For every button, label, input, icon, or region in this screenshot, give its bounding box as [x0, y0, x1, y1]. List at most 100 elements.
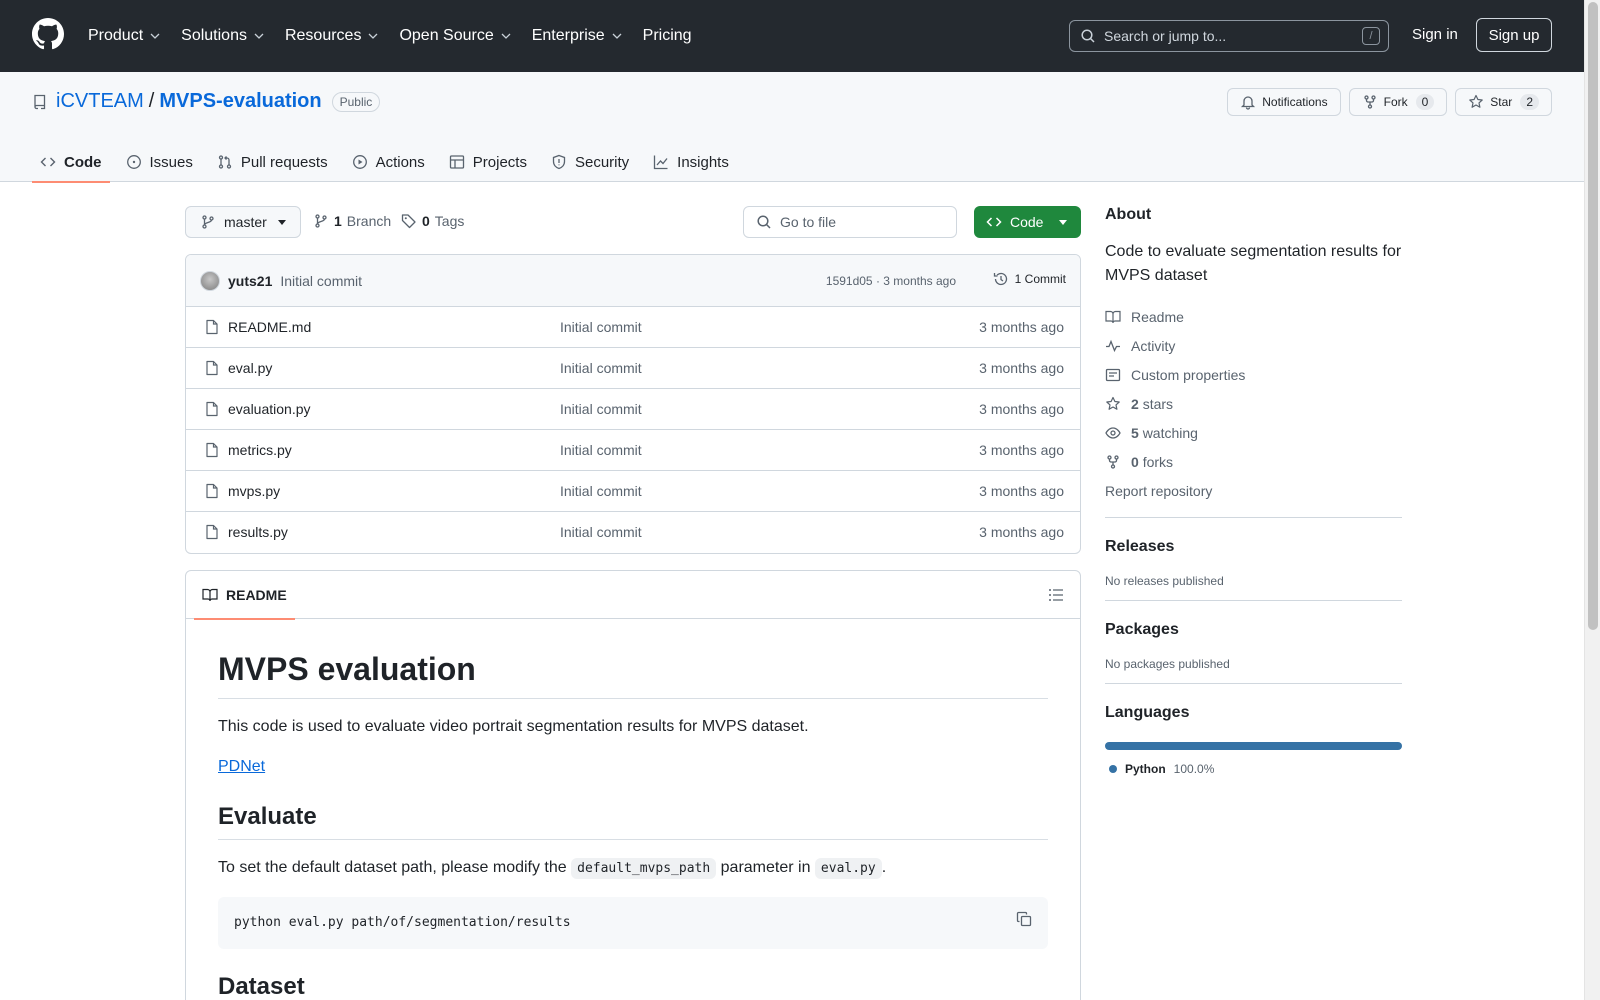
file-name-link[interactable]: eval.py: [228, 360, 272, 376]
about-heading: About: [1105, 206, 1152, 223]
file-list: yuts21 Initial commit 1591d05 · 3 months…: [185, 254, 1081, 554]
tab-projects-label: Projects: [472, 153, 527, 171]
language-item-python[interactable]: Python 100.0%: [1105, 762, 1402, 776]
search-input[interactable]: Search or jump to... /: [1069, 20, 1389, 52]
tab-projects[interactable]: Projects: [441, 142, 535, 182]
star-label: Star: [1490, 95, 1513, 109]
watching-link[interactable]: 5 watching: [1105, 418, 1402, 447]
commit-hash-and-time[interactable]: 1591d05 · 3 months ago: [826, 274, 956, 288]
tab-pull-requests[interactable]: Pull requests: [209, 142, 336, 182]
file-row[interactable]: README.md Initial commit 3 months ago: [186, 307, 1080, 348]
page-scrollbar[interactable]: [1584, 0, 1600, 1000]
readme-intro: This code is used to evaluate video port…: [218, 718, 809, 735]
file-name-link[interactable]: mvps.py: [228, 483, 280, 499]
readme-tab[interactable]: README: [194, 571, 295, 620]
sidebar: About Code to evaluate segmentation resu…: [1105, 206, 1402, 776]
file-row[interactable]: evaluation.py Initial commit 3 months ago: [186, 389, 1080, 430]
list-unordered-icon[interactable]: [1048, 587, 1064, 603]
file-rows: README.md Initial commit 3 months ago eval.…: [186, 307, 1080, 553]
nav-pricing[interactable]: Pricing: [643, 27, 692, 45]
custom-properties-link[interactable]: Custom properties: [1105, 360, 1402, 389]
code-icon: [40, 157, 56, 167]
dataset-heading: Dataset: [218, 973, 1048, 1000]
scrollbar-thumb[interactable]: [1588, 2, 1598, 630]
evaluate-text-3: .: [881, 859, 887, 876]
tags-link[interactable]: 0 Tags: [401, 213, 464, 229]
file-row[interactable]: metrics.py Initial commit 3 months ago: [186, 430, 1080, 471]
nav-resources-label: Resources: [284, 27, 362, 44]
evaluate-text-2: parameter in: [720, 859, 811, 876]
nav-enterprise[interactable]: Enterprise: [532, 27, 623, 45]
forks-link[interactable]: 0 forks: [1105, 447, 1402, 476]
nav-open-source[interactable]: Open Source: [399, 27, 511, 45]
pdnet-link[interactable]: PDNet: [218, 758, 265, 775]
code-dropdown-button[interactable]: Code: [974, 206, 1081, 238]
file-commit-link[interactable]: Initial commit: [560, 319, 642, 335]
file-name-link[interactable]: evaluation.py: [228, 401, 311, 417]
branch-count: 1: [334, 213, 342, 229]
file-row[interactable]: eval.py Initial commit 3 months ago: [186, 348, 1080, 389]
branch-select-button[interactable]: master: [185, 206, 301, 238]
sign-in-link[interactable]: Sign in: [1412, 26, 1458, 43]
packages-heading[interactable]: Packages: [1105, 621, 1402, 639]
tab-security[interactable]: Security: [543, 142, 637, 182]
fork-button[interactable]: Fork 0: [1348, 88, 1448, 116]
branch-name: master: [224, 214, 267, 230]
file-date: 3 months ago: [979, 319, 1064, 335]
file-date: 3 months ago: [979, 360, 1064, 376]
inline-code-file: eval.py: [814, 858, 882, 879]
notifications-button[interactable]: Notifications: [1227, 88, 1341, 116]
file-row[interactable]: mvps.py Initial commit 3 months ago: [186, 471, 1080, 512]
commit-author-link[interactable]: yuts21: [228, 273, 272, 289]
commit-message-link[interactable]: Initial commit: [280, 273, 362, 289]
stars-link[interactable]: 2 stars: [1105, 389, 1402, 418]
file-commit-link[interactable]: Initial commit: [560, 442, 642, 458]
evaluate-text-1: To set the default dataset path, please …: [218, 859, 567, 876]
report-repository-link[interactable]: Report repository: [1105, 476, 1402, 505]
language-color-dot: [1109, 765, 1117, 773]
copy-icon[interactable]: [1016, 911, 1032, 927]
commit-history-link[interactable]: 1 Commit: [993, 271, 1066, 287]
releases-heading[interactable]: Releases: [1105, 538, 1402, 556]
tab-actions[interactable]: Actions: [344, 142, 433, 182]
search-icon: [1081, 29, 1095, 43]
command-text: python eval.py path/of/segmentation/resu…: [234, 915, 571, 930]
tab-code[interactable]: Code: [32, 142, 110, 183]
file-commit-link[interactable]: Initial commit: [560, 401, 642, 417]
tab-issues[interactable]: Issues: [118, 142, 201, 182]
file-name-link[interactable]: metrics.py: [228, 442, 292, 458]
repo-title: iCVTEAM / MVPS-evaluation Public: [32, 90, 381, 113]
file-commit-link[interactable]: Initial commit: [560, 483, 642, 499]
languages-section: Languages Python 100.0%: [1105, 683, 1402, 776]
nav-solutions[interactable]: Solutions: [181, 27, 265, 45]
inline-code-path: default_mvps_path: [571, 858, 717, 879]
file-icon: [206, 442, 218, 458]
file-date: 3 months ago: [979, 442, 1064, 458]
eye-icon: [1105, 426, 1121, 439]
sign-up-button[interactable]: Sign up: [1476, 18, 1552, 52]
github-logo-icon[interactable]: [32, 18, 64, 50]
readme-link[interactable]: Readme: [1105, 302, 1402, 331]
tag-icon: [401, 214, 416, 229]
about-links: Readme Activity Custom properties 2 star…: [1105, 302, 1402, 505]
repo-name-link[interactable]: MVPS-evaluation: [159, 90, 321, 113]
star-button[interactable]: Star 2: [1455, 88, 1552, 116]
tab-insights[interactable]: Insights: [645, 142, 737, 182]
activity-link[interactable]: Activity: [1105, 331, 1402, 360]
file-name-link[interactable]: results.py: [228, 524, 288, 540]
file-row[interactable]: results.py Initial commit 3 months ago: [186, 512, 1080, 553]
branches-link[interactable]: 1 Branch: [313, 213, 391, 229]
nav-product[interactable]: Product: [88, 27, 161, 45]
file-commit-link[interactable]: Initial commit: [560, 360, 642, 376]
file-icon: [206, 360, 218, 376]
file-name-link[interactable]: README.md: [228, 319, 311, 335]
star-icon: [1106, 396, 1120, 410]
file-commit-link[interactable]: Initial commit: [560, 524, 642, 540]
avatar[interactable]: [200, 270, 220, 291]
watching-label: watching: [1142, 424, 1198, 441]
repo-owner-link[interactable]: iCVTEAM: [56, 90, 144, 113]
branch-count-label: Branch: [346, 213, 392, 229]
go-to-file-input[interactable]: Go to file: [743, 206, 957, 238]
notifications-label: Notifications: [1262, 95, 1328, 109]
nav-resources[interactable]: Resources: [285, 27, 379, 45]
